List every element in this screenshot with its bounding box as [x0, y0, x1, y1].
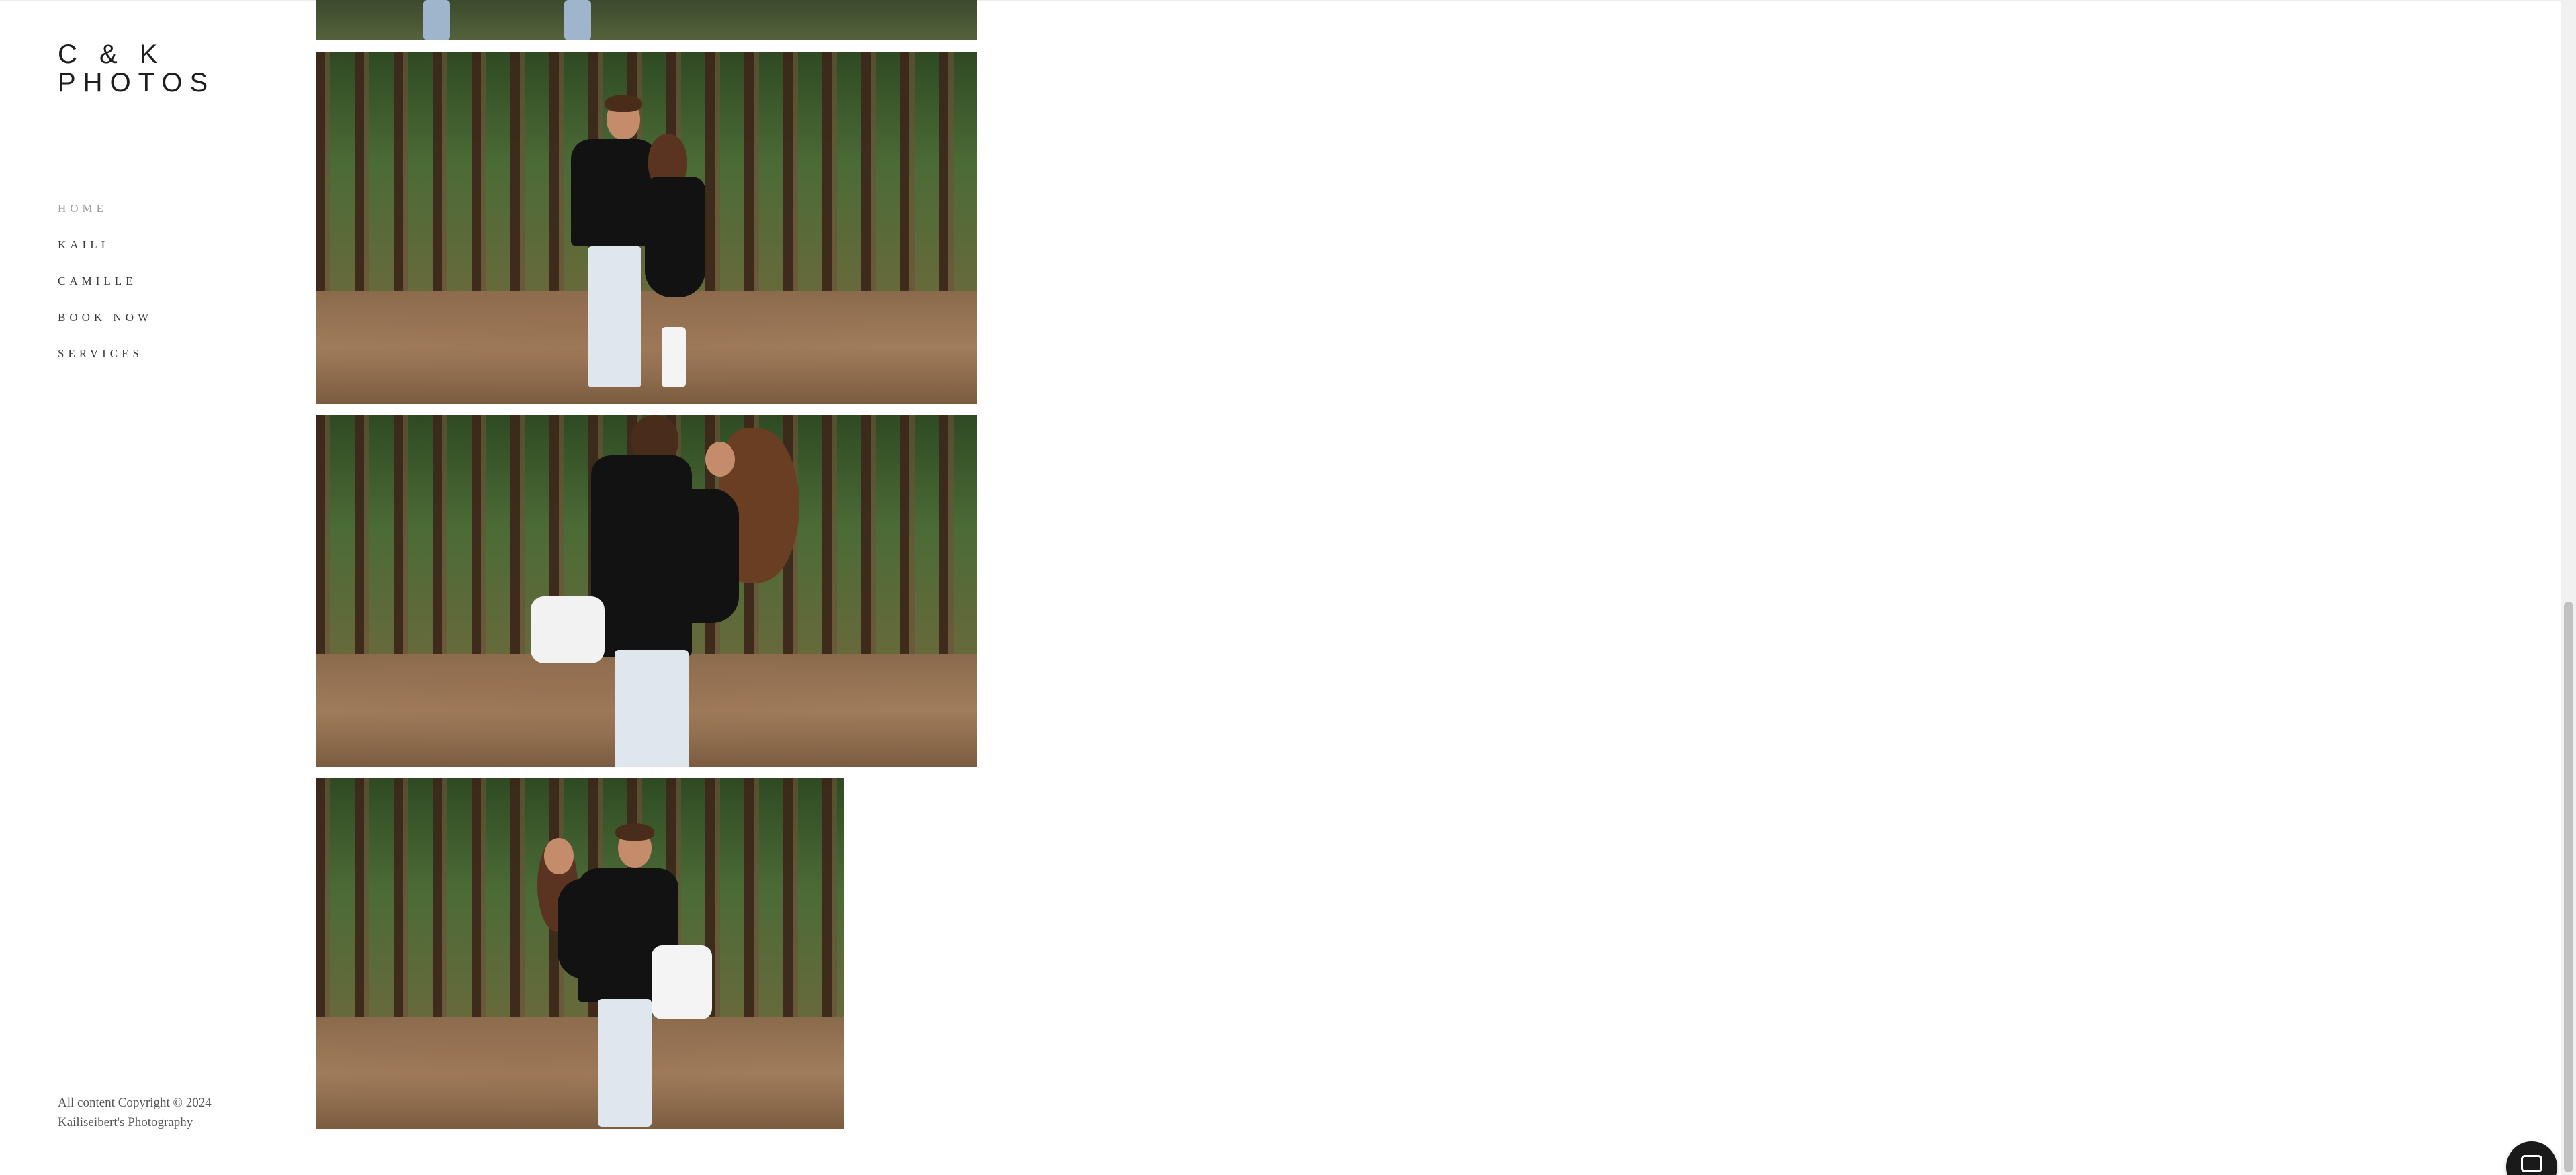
nav-item-services[interactable]: SERVICES: [58, 344, 152, 380]
gallery-photo-3[interactable]: [316, 415, 977, 767]
sidebar: C & K PHOTOS HOME KAILI CAMILLE BOOK NOW…: [0, 0, 309, 1175]
site-logo[interactable]: C & K PHOTOS: [58, 40, 215, 97]
nav-item-book-now[interactable]: BOOK NOW: [58, 308, 152, 344]
page-scrollbar[interactable]: [2561, 0, 2576, 1175]
chat-bubble-icon: [2521, 1155, 2542, 1172]
nav-item-camille[interactable]: CAMILLE: [58, 271, 152, 308]
gallery-photo-2[interactable]: [316, 52, 977, 404]
nav-item-home[interactable]: HOME: [58, 199, 152, 235]
main-nav: HOME KAILI CAMILLE BOOK NOW SERVICES: [58, 199, 152, 380]
chat-widget-button[interactable]: [2506, 1141, 2557, 1175]
copyright-text: All content Copyright © 2024 Kailiseiber…: [58, 1096, 212, 1129]
gallery-photo-4[interactable]: [316, 778, 844, 1129]
gallery-photo-1[interactable]: [316, 0, 977, 40]
scrollbar-thumb[interactable]: [2564, 602, 2573, 1172]
logo-line-2: PHOTOS: [58, 68, 216, 97]
nav-item-kaili[interactable]: KAILI: [58, 235, 152, 271]
logo-line-1: C & K: [58, 40, 165, 69]
